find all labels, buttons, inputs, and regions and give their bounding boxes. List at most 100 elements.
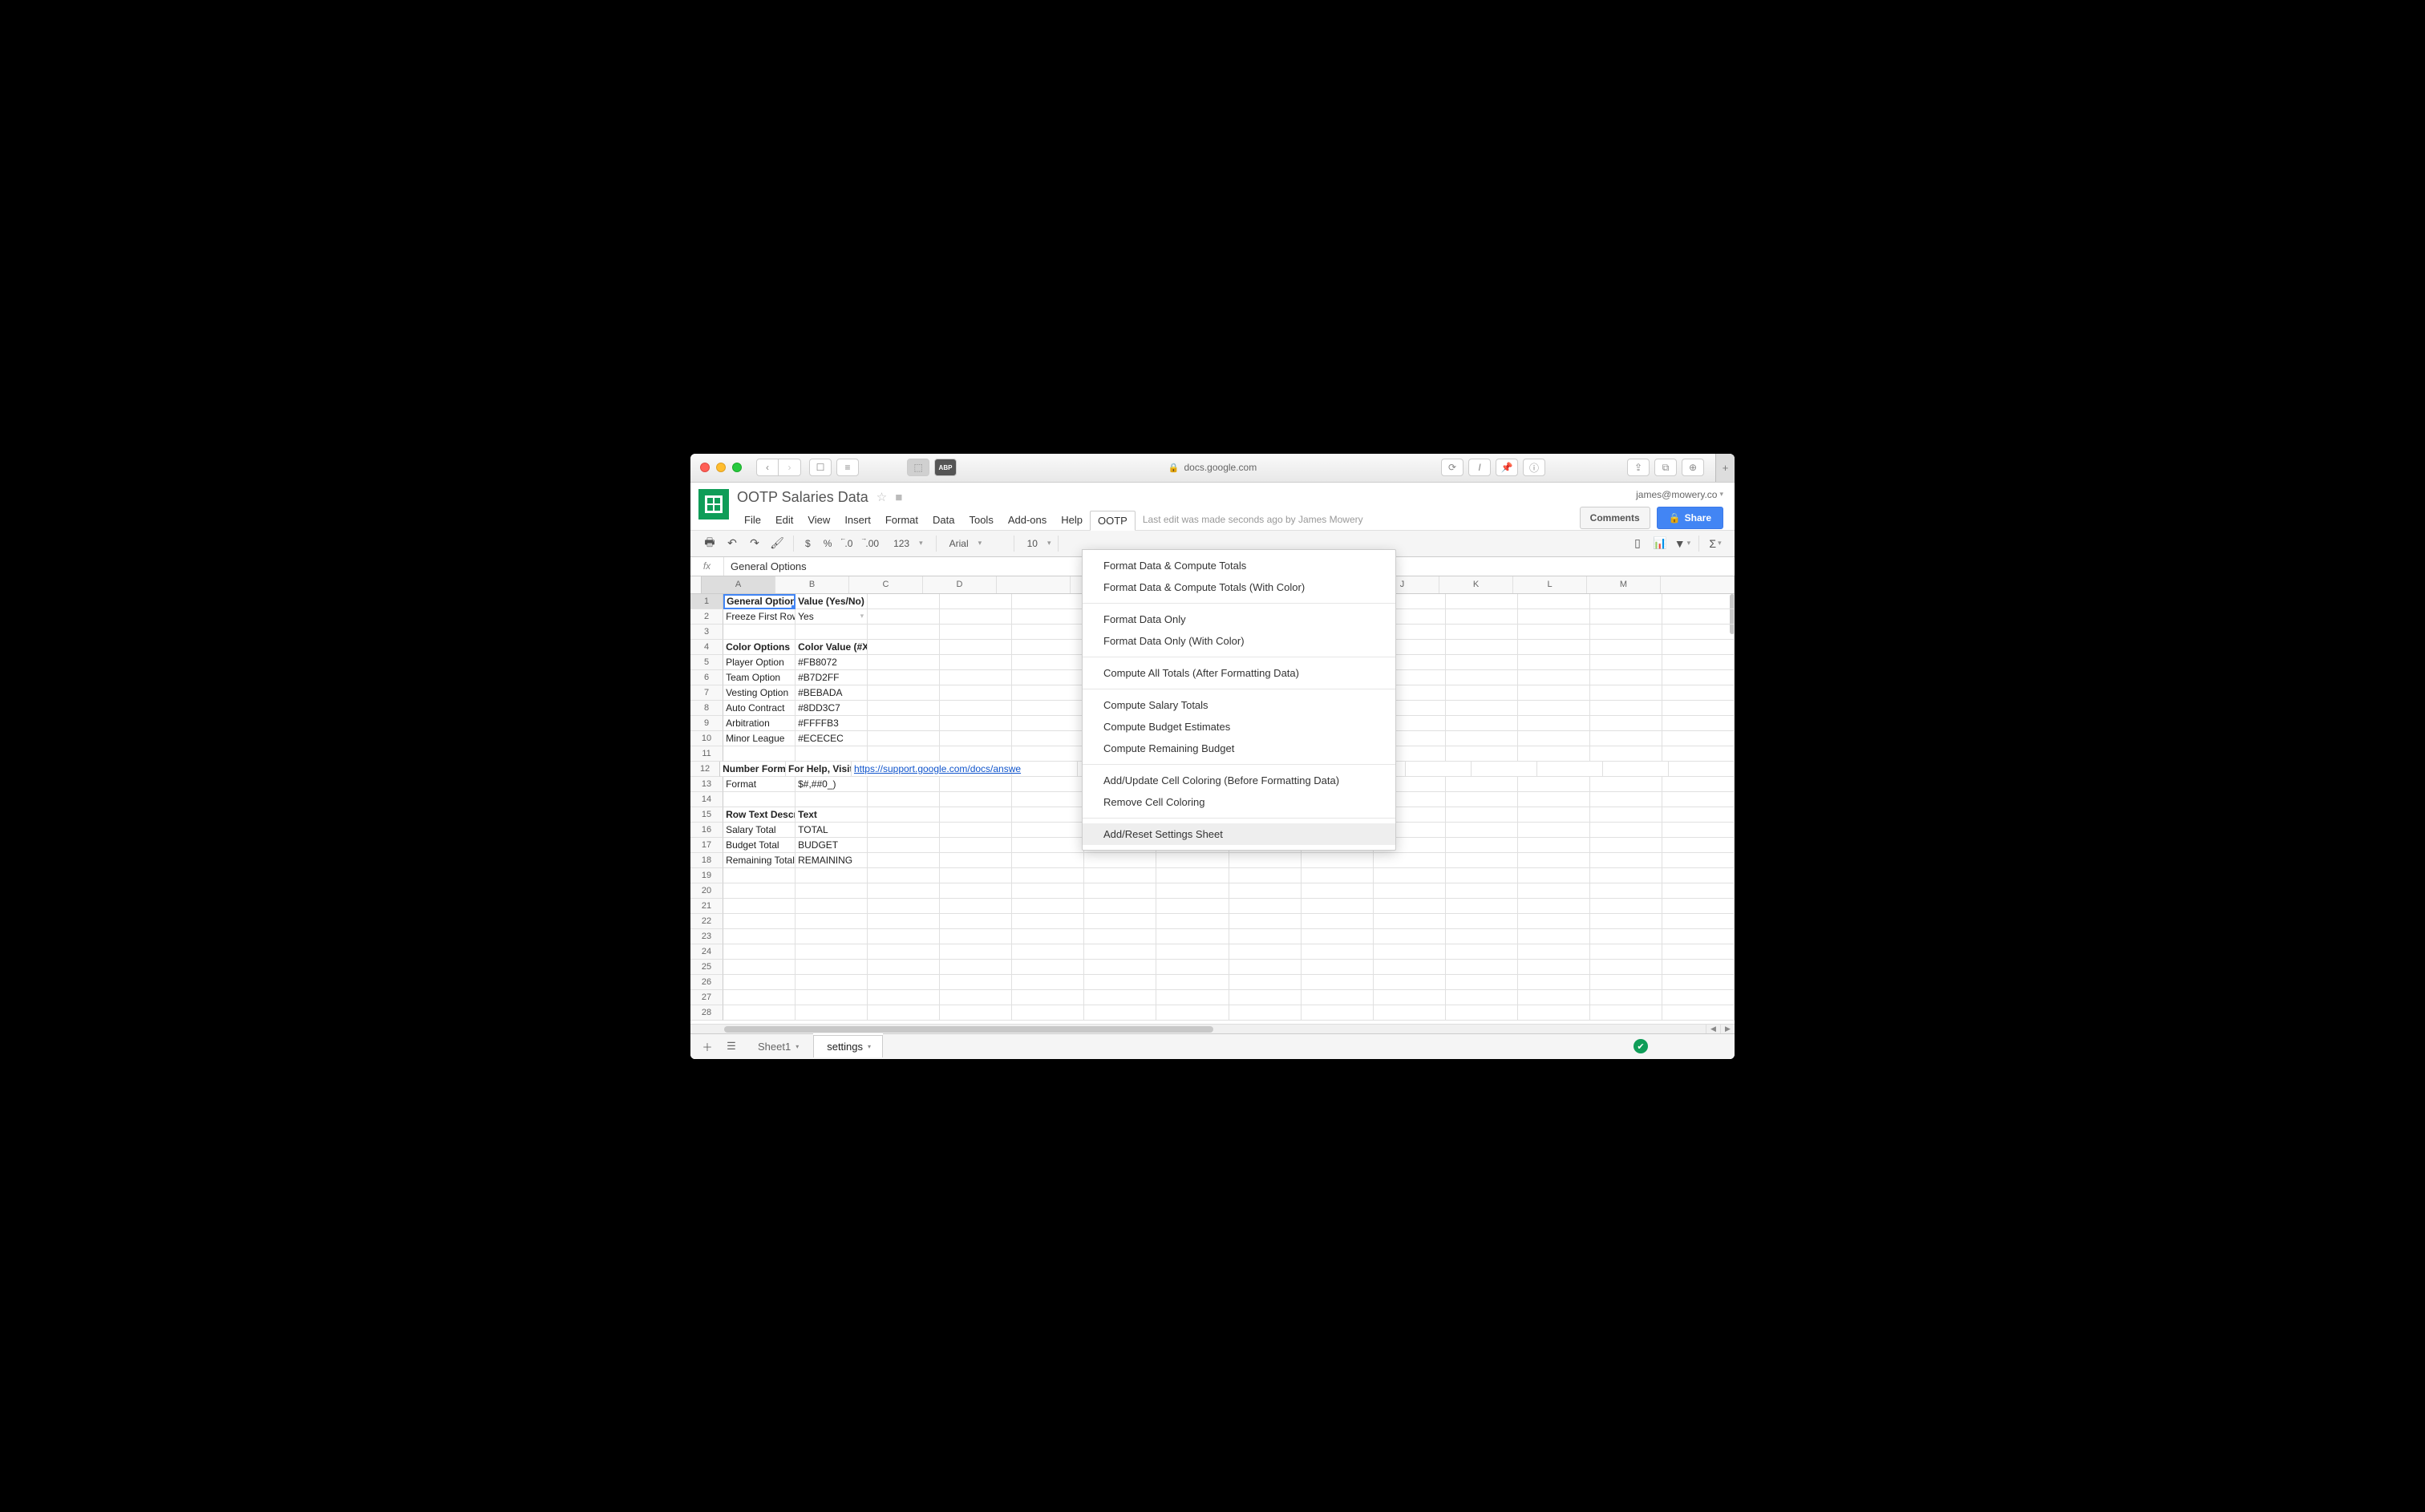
cell[interactable]	[1662, 746, 1735, 762]
cell[interactable]	[940, 670, 1012, 685]
cell[interactable]	[940, 685, 1012, 701]
cell[interactable]	[940, 807, 1012, 823]
cell[interactable]	[1590, 975, 1662, 990]
row-header[interactable]: 11	[690, 746, 723, 762]
cell[interactable]	[1012, 716, 1084, 731]
cell[interactable]: Row Text Descr	[723, 807, 796, 823]
col-header-B[interactable]: B	[775, 576, 849, 593]
cell[interactable]	[1084, 975, 1156, 990]
cell[interactable]	[1012, 853, 1084, 868]
cell[interactable]	[940, 625, 1012, 640]
row-header[interactable]: 28	[690, 1005, 723, 1021]
cell[interactable]	[940, 853, 1012, 868]
cell[interactable]	[1590, 914, 1662, 929]
cell[interactable]	[1518, 655, 1590, 670]
cell[interactable]	[1012, 1005, 1084, 1021]
cell[interactable]	[1662, 640, 1735, 655]
cell[interactable]	[1012, 777, 1084, 792]
cell[interactable]	[1446, 883, 1518, 899]
cell[interactable]: Color Value (#XXXXXX)	[796, 640, 868, 655]
cell[interactable]	[1518, 823, 1590, 838]
cell[interactable]	[940, 746, 1012, 762]
cell[interactable]	[1012, 746, 1084, 762]
menu-item[interactable]: Format Data & Compute Totals (With Color…	[1083, 576, 1395, 598]
cell[interactable]	[1446, 685, 1518, 701]
row-header[interactable]: 19	[690, 868, 723, 883]
cell[interactable]	[1662, 883, 1735, 899]
cell[interactable]	[723, 746, 796, 762]
menu-item[interactable]: Compute All Totals (After Formatting Dat…	[1083, 662, 1395, 684]
cell[interactable]	[1662, 701, 1735, 716]
cell[interactable]	[723, 929, 796, 944]
cell[interactable]	[1446, 990, 1518, 1005]
cell[interactable]	[1590, 868, 1662, 883]
cell[interactable]	[723, 625, 796, 640]
cell[interactable]	[1590, 609, 1662, 625]
cell[interactable]	[1302, 1005, 1374, 1021]
extension-icon[interactable]: ⬚	[907, 459, 929, 476]
functions-icon[interactable]: Σ▾	[1706, 534, 1725, 553]
cell[interactable]	[1012, 990, 1084, 1005]
cell[interactable]	[1229, 1005, 1302, 1021]
cell[interactable]	[1590, 960, 1662, 975]
cell[interactable]	[1662, 685, 1735, 701]
redo-icon[interactable]: ↷	[745, 534, 764, 553]
cell[interactable]	[1662, 823, 1735, 838]
cell[interactable]	[868, 655, 940, 670]
cell[interactable]	[1446, 914, 1518, 929]
folder-icon[interactable]: ■	[895, 491, 902, 504]
cell[interactable]	[940, 701, 1012, 716]
cell[interactable]	[868, 914, 940, 929]
cell[interactable]	[1590, 594, 1662, 609]
cell[interactable]	[1012, 838, 1084, 853]
cell[interactable]	[1012, 731, 1084, 746]
row-header[interactable]: 27	[690, 990, 723, 1005]
percent-button[interactable]: %	[819, 538, 837, 549]
cell[interactable]	[868, 777, 940, 792]
cell[interactable]: #B7D2FF	[796, 670, 868, 685]
cell[interactable]: Vesting Option	[723, 685, 796, 701]
cell[interactable]	[1374, 960, 1446, 975]
cell[interactable]	[868, 746, 940, 762]
cell[interactable]: Arbitration	[723, 716, 796, 731]
cell[interactable]	[1446, 807, 1518, 823]
cell[interactable]	[1662, 594, 1735, 609]
cell[interactable]	[1590, 701, 1662, 716]
cell[interactable]	[1012, 823, 1084, 838]
cell[interactable]	[940, 609, 1012, 625]
col-header-L[interactable]: L	[1513, 576, 1587, 593]
cell[interactable]: Text	[796, 807, 868, 823]
cell[interactable]: Color Options	[723, 640, 796, 655]
cell[interactable]	[1012, 762, 1078, 777]
cell[interactable]	[1518, 1005, 1590, 1021]
cell[interactable]: Budget Total	[723, 838, 796, 853]
scroll-right-icon[interactable]: ▶	[1720, 1025, 1735, 1033]
cell[interactable]	[1537, 762, 1603, 777]
cell[interactable]	[868, 944, 940, 960]
col-header-C[interactable]: C	[849, 576, 923, 593]
cell[interactable]: Value (Yes/No)	[796, 594, 868, 609]
cell[interactable]	[796, 746, 868, 762]
menu-insert[interactable]: Insert	[837, 511, 878, 531]
row-header[interactable]: 2	[690, 609, 723, 625]
cell[interactable]	[1662, 853, 1735, 868]
cell[interactable]	[1446, 594, 1518, 609]
row-header[interactable]: 13	[690, 777, 723, 792]
cell[interactable]	[1012, 868, 1084, 883]
cell[interactable]	[940, 990, 1012, 1005]
cell[interactable]: Auto Contract	[723, 701, 796, 716]
cell[interactable]	[940, 594, 1012, 609]
row-header[interactable]: 17	[690, 838, 723, 853]
row-header[interactable]: 5	[690, 655, 723, 670]
cell[interactable]	[1084, 883, 1156, 899]
cell[interactable]	[723, 960, 796, 975]
cell[interactable]	[868, 823, 940, 838]
row-header[interactable]: 26	[690, 975, 723, 990]
cell[interactable]	[1084, 868, 1156, 883]
print-icon[interactable]: 🖶	[700, 534, 719, 553]
cell[interactable]	[723, 1005, 796, 1021]
row-header[interactable]: 22	[690, 914, 723, 929]
cell[interactable]	[1012, 960, 1084, 975]
cell[interactable]	[1302, 960, 1374, 975]
horizontal-scrollbar[interactable]: ◀ ▶	[690, 1024, 1735, 1033]
